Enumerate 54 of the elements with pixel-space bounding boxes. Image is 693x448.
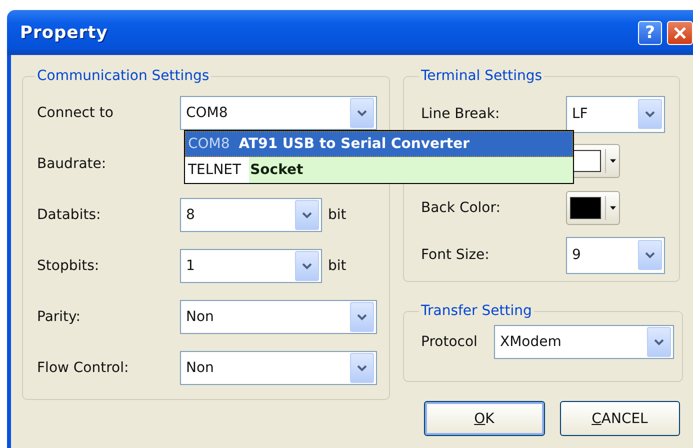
close-button[interactable] bbox=[667, 20, 693, 44]
chevron-down-icon bbox=[357, 314, 367, 320]
group-title: Transfer Setting bbox=[420, 303, 533, 319]
port-name: COM8 bbox=[187, 135, 231, 154]
group-title: Terminal Settings bbox=[420, 68, 544, 84]
combo-box[interactable]: LF bbox=[566, 96, 665, 132]
dropdown-button[interactable] bbox=[350, 302, 374, 332]
color-picker-button[interactable] bbox=[566, 191, 620, 225]
unit-label: bit bbox=[328, 207, 346, 223]
combo-box[interactable]: 1 bbox=[180, 249, 322, 283]
field-label: Connect to bbox=[37, 105, 114, 121]
field-label: Line Break: bbox=[421, 106, 500, 122]
field-label: Stopbits: bbox=[37, 258, 100, 274]
chevron-down-icon bbox=[654, 338, 664, 346]
group-title: Communication Settings bbox=[36, 68, 210, 84]
dropdown-button[interactable] bbox=[638, 99, 662, 129]
window-title: Property bbox=[20, 22, 108, 42]
dropdown-button[interactable] bbox=[647, 327, 671, 357]
field-label: Parity: bbox=[37, 309, 82, 325]
close-icon bbox=[673, 26, 687, 40]
field-label: Font Size: bbox=[421, 247, 490, 263]
dropdown-button[interactable] bbox=[350, 98, 374, 128]
field-label: Protocol bbox=[421, 334, 478, 350]
combo-box[interactable]: Non bbox=[180, 351, 377, 385]
field-label: Back Color: bbox=[421, 200, 500, 216]
dropdown-button[interactable] bbox=[350, 353, 374, 383]
field-label: Baudrate: bbox=[37, 156, 108, 172]
combo-box[interactable]: COM8 bbox=[180, 96, 377, 130]
combo-box[interactable]: 8 bbox=[180, 198, 322, 232]
combo-box[interactable]: XModem bbox=[494, 325, 674, 359]
dropdown-option[interactable]: TELNET Socket bbox=[185, 157, 573, 183]
dropdown-button[interactable] bbox=[295, 200, 319, 230]
chevron-down-icon bbox=[302, 212, 312, 218]
chevron-down-icon bbox=[645, 252, 655, 258]
chevron-down-icon bbox=[357, 110, 367, 116]
dialog-button[interactable]: CANCEL bbox=[560, 401, 680, 436]
field-label: Flow Control: bbox=[37, 360, 130, 376]
caret-down-icon bbox=[610, 159, 616, 163]
dialog-button[interactable]: OK bbox=[424, 401, 544, 436]
chevron-down-icon bbox=[357, 364, 367, 372]
field-label: Databits: bbox=[37, 207, 102, 223]
combo-box[interactable]: 9 bbox=[566, 236, 665, 274]
port-description: AT91 USB to Serial Converter bbox=[238, 135, 470, 154]
caret-down-icon bbox=[610, 206, 616, 210]
chevron-down-icon bbox=[302, 262, 312, 270]
port-description: Socket bbox=[249, 157, 573, 183]
dropdown-option[interactable]: COM8 AT91 USB to Serial Converter bbox=[185, 131, 573, 157]
combo-box[interactable]: Non bbox=[180, 300, 377, 334]
chevron-down-icon bbox=[645, 110, 655, 118]
unit-label: bit bbox=[328, 258, 346, 274]
dropdown-button[interactable] bbox=[295, 251, 319, 281]
dropdown-button[interactable] bbox=[638, 240, 662, 270]
port-name: TELNET bbox=[187, 161, 242, 180]
help-button[interactable]: ? bbox=[638, 20, 662, 44]
